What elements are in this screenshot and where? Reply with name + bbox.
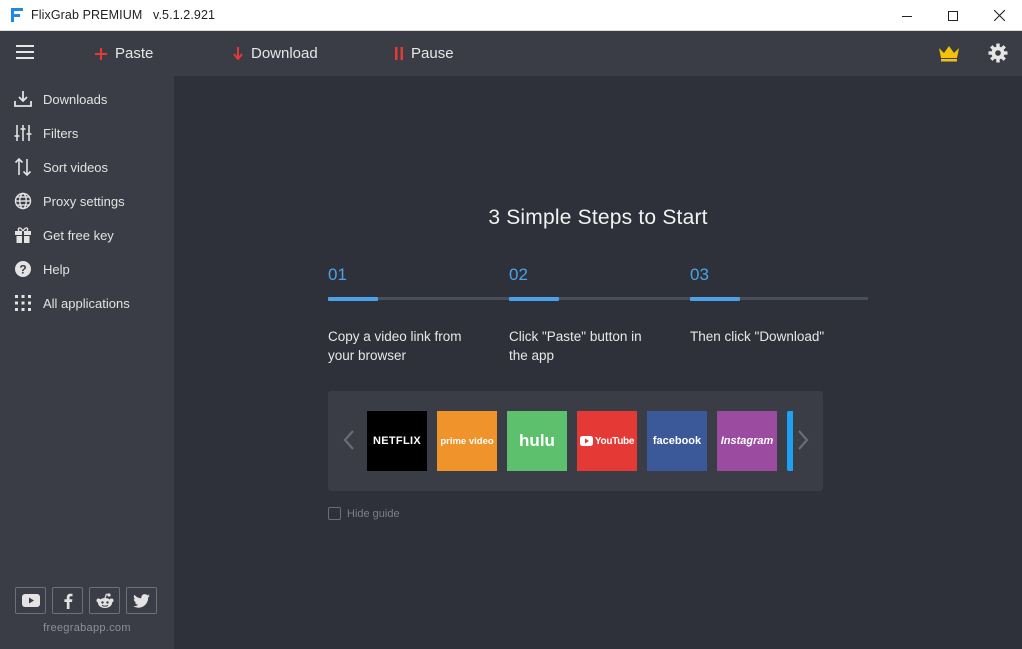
plus-icon (95, 47, 107, 60)
sidebar-item-proxy-settings[interactable]: Proxy settings (0, 184, 174, 218)
service-name: prime video (440, 435, 494, 447)
toolbar: Paste Download Pause (0, 31, 1022, 76)
minimize-icon (902, 15, 912, 17)
close-icon (993, 10, 1005, 21)
gear-icon[interactable] (988, 43, 1008, 63)
hide-guide-label: Hide guide (347, 507, 400, 520)
facebook-button[interactable] (52, 587, 83, 614)
step-progress (690, 297, 740, 301)
step-text: Click "Paste" button in the app (509, 327, 669, 365)
facebook-icon (63, 593, 72, 609)
step-text: Then click "Download" (690, 327, 850, 346)
sidebar-item-label: Get free key (43, 227, 114, 243)
question-icon: ? (13, 259, 33, 279)
site-link[interactable]: freegrabapp.com (0, 622, 174, 634)
chevron-left-icon[interactable] (342, 428, 356, 452)
guide-heading: 3 Simple Steps to Start (488, 206, 708, 229)
maximize-button[interactable] (930, 0, 976, 31)
hamburger-menu-icon[interactable] (16, 45, 34, 61)
svg-text:?: ? (19, 262, 26, 276)
step-progress (328, 297, 378, 301)
minimize-button[interactable] (884, 0, 930, 31)
step-text-line: the app (509, 348, 555, 363)
paste-button[interactable]: Paste (95, 31, 153, 76)
close-button[interactable] (976, 0, 1022, 31)
twitter-button[interactable] (126, 587, 157, 614)
sidebar-item-label: Proxy settings (43, 193, 125, 209)
gift-icon (13, 225, 33, 245)
window-title: FlixGrab PREMIUM v.5.1.2.921 (31, 8, 216, 22)
step-text-line: Then click "Download" (690, 329, 825, 344)
grid-dots-icon (13, 293, 33, 313)
sidebar-item-all-applications[interactable]: All applications (0, 286, 174, 320)
sort-arrows-icon (13, 157, 33, 177)
maximize-icon (948, 10, 958, 21)
sidebar-item-help[interactable]: ? Help (0, 252, 174, 286)
sidebar-item-filters[interactable]: Filters (0, 116, 174, 150)
sidebar-item-label: Help (43, 261, 70, 277)
pause-button[interactable]: Pause (395, 31, 454, 76)
hulu-logo[interactable]: hulu (507, 411, 567, 471)
facebook-logo[interactable]: facebook (647, 411, 707, 471)
step-number: 03 (690, 265, 709, 284)
download-tray-icon (13, 89, 33, 109)
step-progress (509, 297, 559, 301)
pause-icon (395, 47, 403, 60)
reddit-button[interactable] (89, 587, 120, 614)
sidebar-item-label: Downloads (43, 91, 108, 107)
pause-label: Pause (411, 45, 454, 62)
step-text: Copy a video link from your browser (328, 327, 488, 365)
step-number: 02 (509, 265, 528, 284)
youtube-play-icon (579, 436, 593, 446)
sidebar: Downloads Filters Sort videos Proxy sett… (0, 76, 174, 649)
step-text-line: Click "Paste" button in (509, 329, 642, 344)
chevron-right-icon[interactable] (796, 428, 810, 452)
window-controls (884, 0, 1022, 31)
service-name: NETFLIX (373, 435, 421, 447)
sidebar-item-label: Filters (43, 125, 79, 141)
services-carousel: NETFLIX prime video hulu YouTube faceboo… (328, 391, 823, 491)
flixgrab-logo-icon (11, 8, 23, 22)
next-logo-partial (787, 411, 793, 471)
download-label: Download (251, 45, 318, 62)
service-name: hulu (519, 431, 555, 450)
service-name: YouTube (594, 435, 635, 447)
twitter-icon (133, 593, 150, 608)
download-button[interactable]: Download (233, 31, 318, 76)
hide-guide-toggle[interactable]: Hide guide (328, 507, 400, 520)
sidebar-item-label: Sort videos (43, 159, 109, 175)
hide-guide-checkbox[interactable] (328, 507, 341, 520)
paste-label: Paste (115, 45, 154, 62)
prime-video-logo[interactable]: prime video (437, 411, 497, 471)
service-name: facebook (652, 435, 702, 447)
globe-icon (13, 191, 33, 211)
youtube-icon (21, 594, 40, 607)
netflix-logo[interactable]: NETFLIX (367, 411, 427, 471)
youtube-button[interactable] (15, 587, 46, 614)
step-number: 01 (328, 265, 347, 284)
step-text-line: your browser (328, 348, 407, 363)
instagram-logo[interactable]: Instagram (717, 411, 777, 471)
sidebar-item-sort-videos[interactable]: Sort videos (0, 150, 174, 184)
sidebar-item-label: All applications (43, 295, 130, 311)
main-area: 3 Simple Steps to Start 01 Copy a video … (174, 76, 1022, 649)
steps-track (328, 297, 868, 300)
arrow-down-icon (233, 47, 243, 60)
title-bar: FlixGrab PREMIUM v.5.1.2.921 (0, 0, 1022, 31)
sliders-icon (13, 123, 33, 143)
sidebar-item-get-free-key[interactable]: Get free key (0, 218, 174, 252)
reddit-icon (96, 592, 113, 608)
youtube-logo[interactable]: YouTube (577, 411, 637, 471)
service-name: Instagram (720, 435, 774, 447)
sidebar-item-downloads[interactable]: Downloads (0, 82, 174, 116)
crown-icon[interactable] (938, 44, 960, 62)
step-text-line: Copy a video link from (328, 329, 462, 344)
